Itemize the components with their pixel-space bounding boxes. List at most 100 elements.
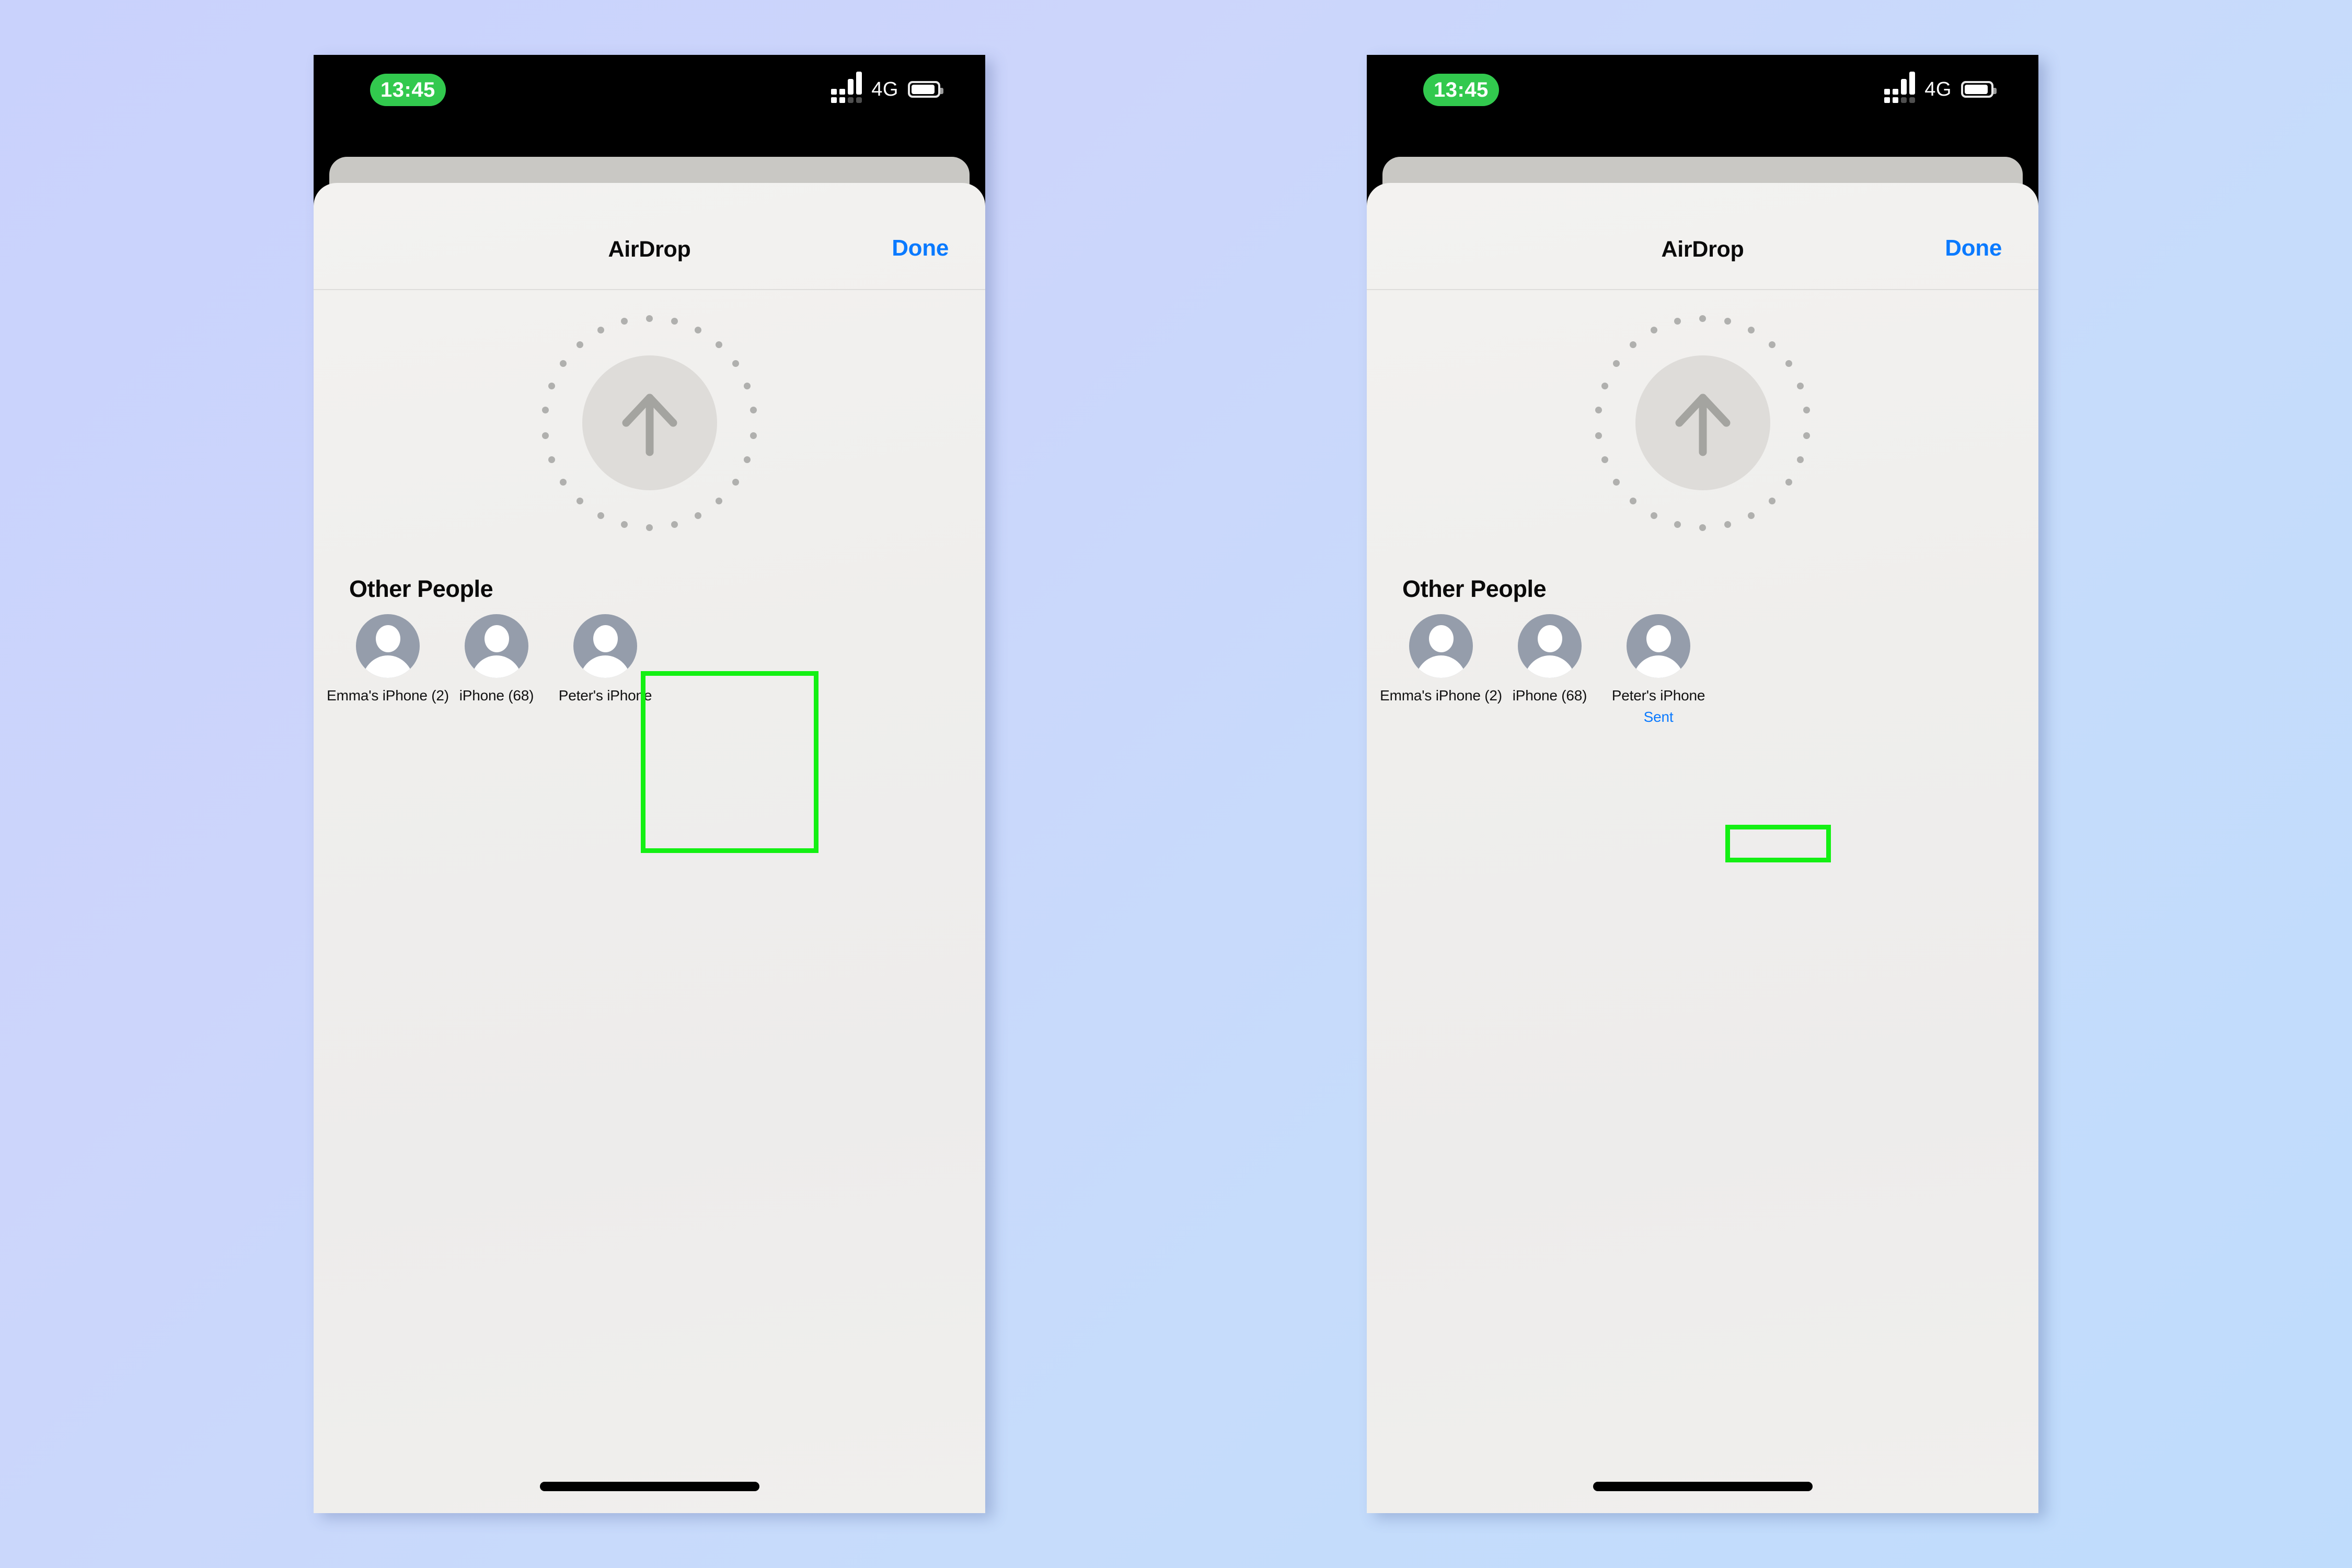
device-name-label: iPhone (68) bbox=[459, 687, 534, 704]
network-type-label: 4G bbox=[1924, 78, 1952, 100]
radar-dot bbox=[744, 382, 751, 389]
radar-dot bbox=[560, 360, 567, 367]
device-name-label: Emma's iPhone (2) bbox=[1380, 687, 1502, 704]
avatar bbox=[465, 614, 528, 678]
status-right-group: 4G bbox=[1884, 72, 1997, 103]
people-list-right: Emma's iPhone (2) iPhone (68) Peter's iP… bbox=[1367, 614, 2038, 725]
status-bar-right: 13:45 4G bbox=[1367, 55, 2038, 154]
radar-dot bbox=[1630, 498, 1637, 505]
radar-dot bbox=[671, 521, 678, 528]
people-list-left: Emma's iPhone (2) iPhone (68) Peter's iP… bbox=[314, 614, 985, 709]
radar-dot bbox=[732, 479, 739, 486]
radar-dot bbox=[1630, 341, 1637, 348]
radar-dot bbox=[560, 479, 567, 486]
radar-dot bbox=[577, 341, 584, 348]
radar-dot bbox=[621, 318, 628, 325]
radar-dot bbox=[750, 432, 757, 439]
list-item[interactable]: Emma's iPhone (2) bbox=[327, 614, 449, 709]
battery-icon bbox=[908, 81, 943, 98]
arrow-up-icon bbox=[1675, 394, 1730, 456]
status-right-group: 4G bbox=[831, 72, 943, 103]
radar-dot bbox=[671, 318, 678, 325]
avatar bbox=[356, 614, 420, 678]
avatar bbox=[1627, 614, 1690, 678]
radar-dot bbox=[542, 407, 549, 414]
radar-dot bbox=[1595, 407, 1602, 414]
sheet-header: AirDrop Done bbox=[1367, 183, 2038, 290]
airdrop-core-circle bbox=[582, 355, 717, 490]
radar-dot bbox=[1601, 382, 1608, 389]
radar-dot bbox=[577, 498, 584, 505]
page-title: AirDrop bbox=[608, 237, 691, 262]
status-time-pill: 13:45 bbox=[1423, 74, 1499, 106]
radar-dot bbox=[1803, 432, 1810, 439]
radar-dot bbox=[1674, 521, 1681, 528]
airdrop-core-circle bbox=[1635, 355, 1770, 490]
radar-dot bbox=[694, 512, 701, 519]
airdrop-sheet-left: AirDrop Done Other People Emma's iPhone … bbox=[314, 183, 985, 1513]
radar-dot bbox=[1699, 315, 1706, 322]
radar-dot bbox=[1724, 318, 1731, 325]
device-name-label: iPhone (68) bbox=[1512, 687, 1587, 704]
radar-dot bbox=[1785, 479, 1792, 486]
radar-dot bbox=[646, 315, 653, 322]
radar-dot bbox=[548, 382, 555, 389]
radar-dot bbox=[1747, 512, 1755, 519]
radar-dot bbox=[1601, 456, 1608, 464]
radar-dot bbox=[744, 456, 751, 464]
list-item-peter-iphone[interactable]: Peter's iPhone bbox=[551, 614, 660, 709]
section-title-other-people: Other People bbox=[349, 575, 493, 602]
radar-dot bbox=[1803, 407, 1810, 414]
status-badge-sent: Sent bbox=[1643, 709, 1674, 725]
airdrop-radar bbox=[1367, 297, 2038, 548]
radar-dot bbox=[1595, 432, 1602, 439]
radar-dot bbox=[548, 456, 555, 464]
radar-dot bbox=[1768, 341, 1775, 348]
device-name-label: Peter's iPhone bbox=[1611, 687, 1705, 704]
radar-dot bbox=[732, 360, 739, 367]
radar-dot bbox=[1651, 512, 1658, 519]
radar-dot bbox=[1699, 524, 1706, 531]
list-item[interactable]: Emma's iPhone (2) bbox=[1380, 614, 1502, 725]
radar-dot bbox=[1785, 360, 1792, 367]
battery-fill bbox=[1965, 85, 1988, 94]
section-title-other-people: Other People bbox=[1402, 575, 1547, 602]
arrow-up-icon bbox=[622, 394, 677, 456]
signal-bars-icon bbox=[1884, 72, 1916, 103]
avatar bbox=[1518, 614, 1582, 678]
radar-dot bbox=[597, 327, 605, 334]
battery-fill bbox=[912, 85, 935, 94]
list-item-peter-iphone[interactable]: Peter's iPhone Sent bbox=[1604, 614, 1713, 725]
avatar bbox=[573, 614, 637, 678]
device-name-label: Emma's iPhone (2) bbox=[327, 687, 449, 704]
done-button[interactable]: Done bbox=[892, 235, 949, 261]
airdrop-radar bbox=[314, 297, 985, 548]
airdrop-sheet-right: AirDrop Done Other People Emma's iPhone … bbox=[1367, 183, 2038, 1513]
radar-dot bbox=[1613, 479, 1620, 486]
phone-right: 13:45 4G AirDrop Done Other People Emma'… bbox=[1367, 55, 2038, 1513]
radar-dot bbox=[621, 521, 628, 528]
radar-dot bbox=[1768, 498, 1775, 505]
battery-icon bbox=[1961, 81, 1997, 98]
radar-dot bbox=[1674, 318, 1681, 325]
list-item[interactable]: iPhone (68) bbox=[1495, 614, 1604, 725]
done-button[interactable]: Done bbox=[1945, 235, 2002, 261]
radar-dot bbox=[1797, 382, 1804, 389]
page-title: AirDrop bbox=[1661, 237, 1744, 262]
radar-dot bbox=[646, 524, 653, 531]
radar-dot bbox=[750, 407, 757, 414]
radar-dot bbox=[597, 512, 605, 519]
radar-dot bbox=[1747, 327, 1755, 334]
radar-dot bbox=[1724, 521, 1731, 528]
status-bar-left: 13:45 4G bbox=[314, 55, 985, 154]
radar-dot bbox=[1613, 360, 1620, 367]
radar-dot bbox=[715, 498, 722, 505]
status-time-pill: 13:45 bbox=[370, 74, 446, 106]
sheet-header: AirDrop Done bbox=[314, 183, 985, 290]
radar-dot bbox=[694, 327, 701, 334]
list-item[interactable]: iPhone (68) bbox=[442, 614, 551, 709]
home-indicator[interactable] bbox=[539, 1482, 759, 1491]
home-indicator[interactable] bbox=[1593, 1482, 1813, 1491]
device-name-label: Peter's iPhone bbox=[558, 687, 652, 704]
phone-left: 13:45 4G AirDrop Done Other People Emma'… bbox=[314, 55, 985, 1513]
